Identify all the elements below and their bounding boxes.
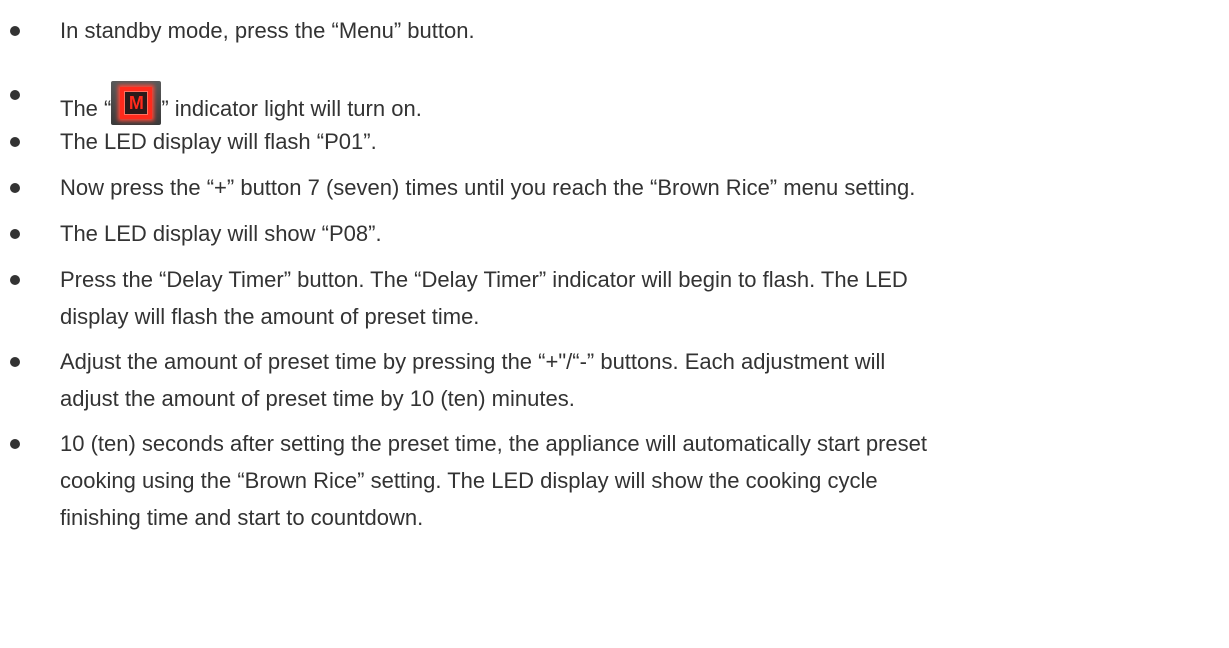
instruction-text: 10 (ten) seconds after setting the prese…	[60, 431, 927, 456]
instruction-text: Now press the “+” button 7 (seven) times…	[60, 175, 916, 200]
indicator-glyph: M	[128, 93, 144, 113]
instruction-text: The LED display will show “P08”.	[60, 221, 382, 246]
instruction-text: adjust the amount of preset time by 10 (…	[60, 386, 575, 411]
instruction-text: The LED display will flash “P01”.	[60, 129, 377, 154]
bullet-icon	[10, 90, 20, 100]
menu-m-indicator-icon: M	[111, 81, 162, 125]
bullet-icon	[10, 357, 20, 367]
bullet-icon	[10, 137, 20, 147]
instruction-document: In standby mode, press the “Menu” button…	[0, 0, 1229, 648]
instruction-text: finishing time and start to countdown.	[60, 505, 424, 530]
instruction-text: Press the “Delay Timer” button. The “Del…	[60, 267, 908, 292]
instruction-text-before: The “	[60, 96, 112, 121]
instruction-text: In standby mode, press the “Menu” button…	[60, 18, 475, 43]
instruction-text-after: ” indicator light will turn on.	[161, 96, 422, 121]
instruction-text: cooking using the “Brown Rice” setting. …	[60, 468, 878, 493]
bullet-icon	[10, 229, 20, 239]
bullet-icon	[10, 183, 20, 193]
bullet-icon	[10, 275, 20, 285]
bullet-icon	[10, 439, 20, 449]
instruction-text: Adjust the amount of preset time by pres…	[60, 349, 886, 374]
instruction-text: display will flash the amount of preset …	[60, 304, 480, 329]
instruction-text: The “ M ” indicator light will turn on.	[60, 81, 422, 125]
bullet-icon	[10, 26, 20, 36]
